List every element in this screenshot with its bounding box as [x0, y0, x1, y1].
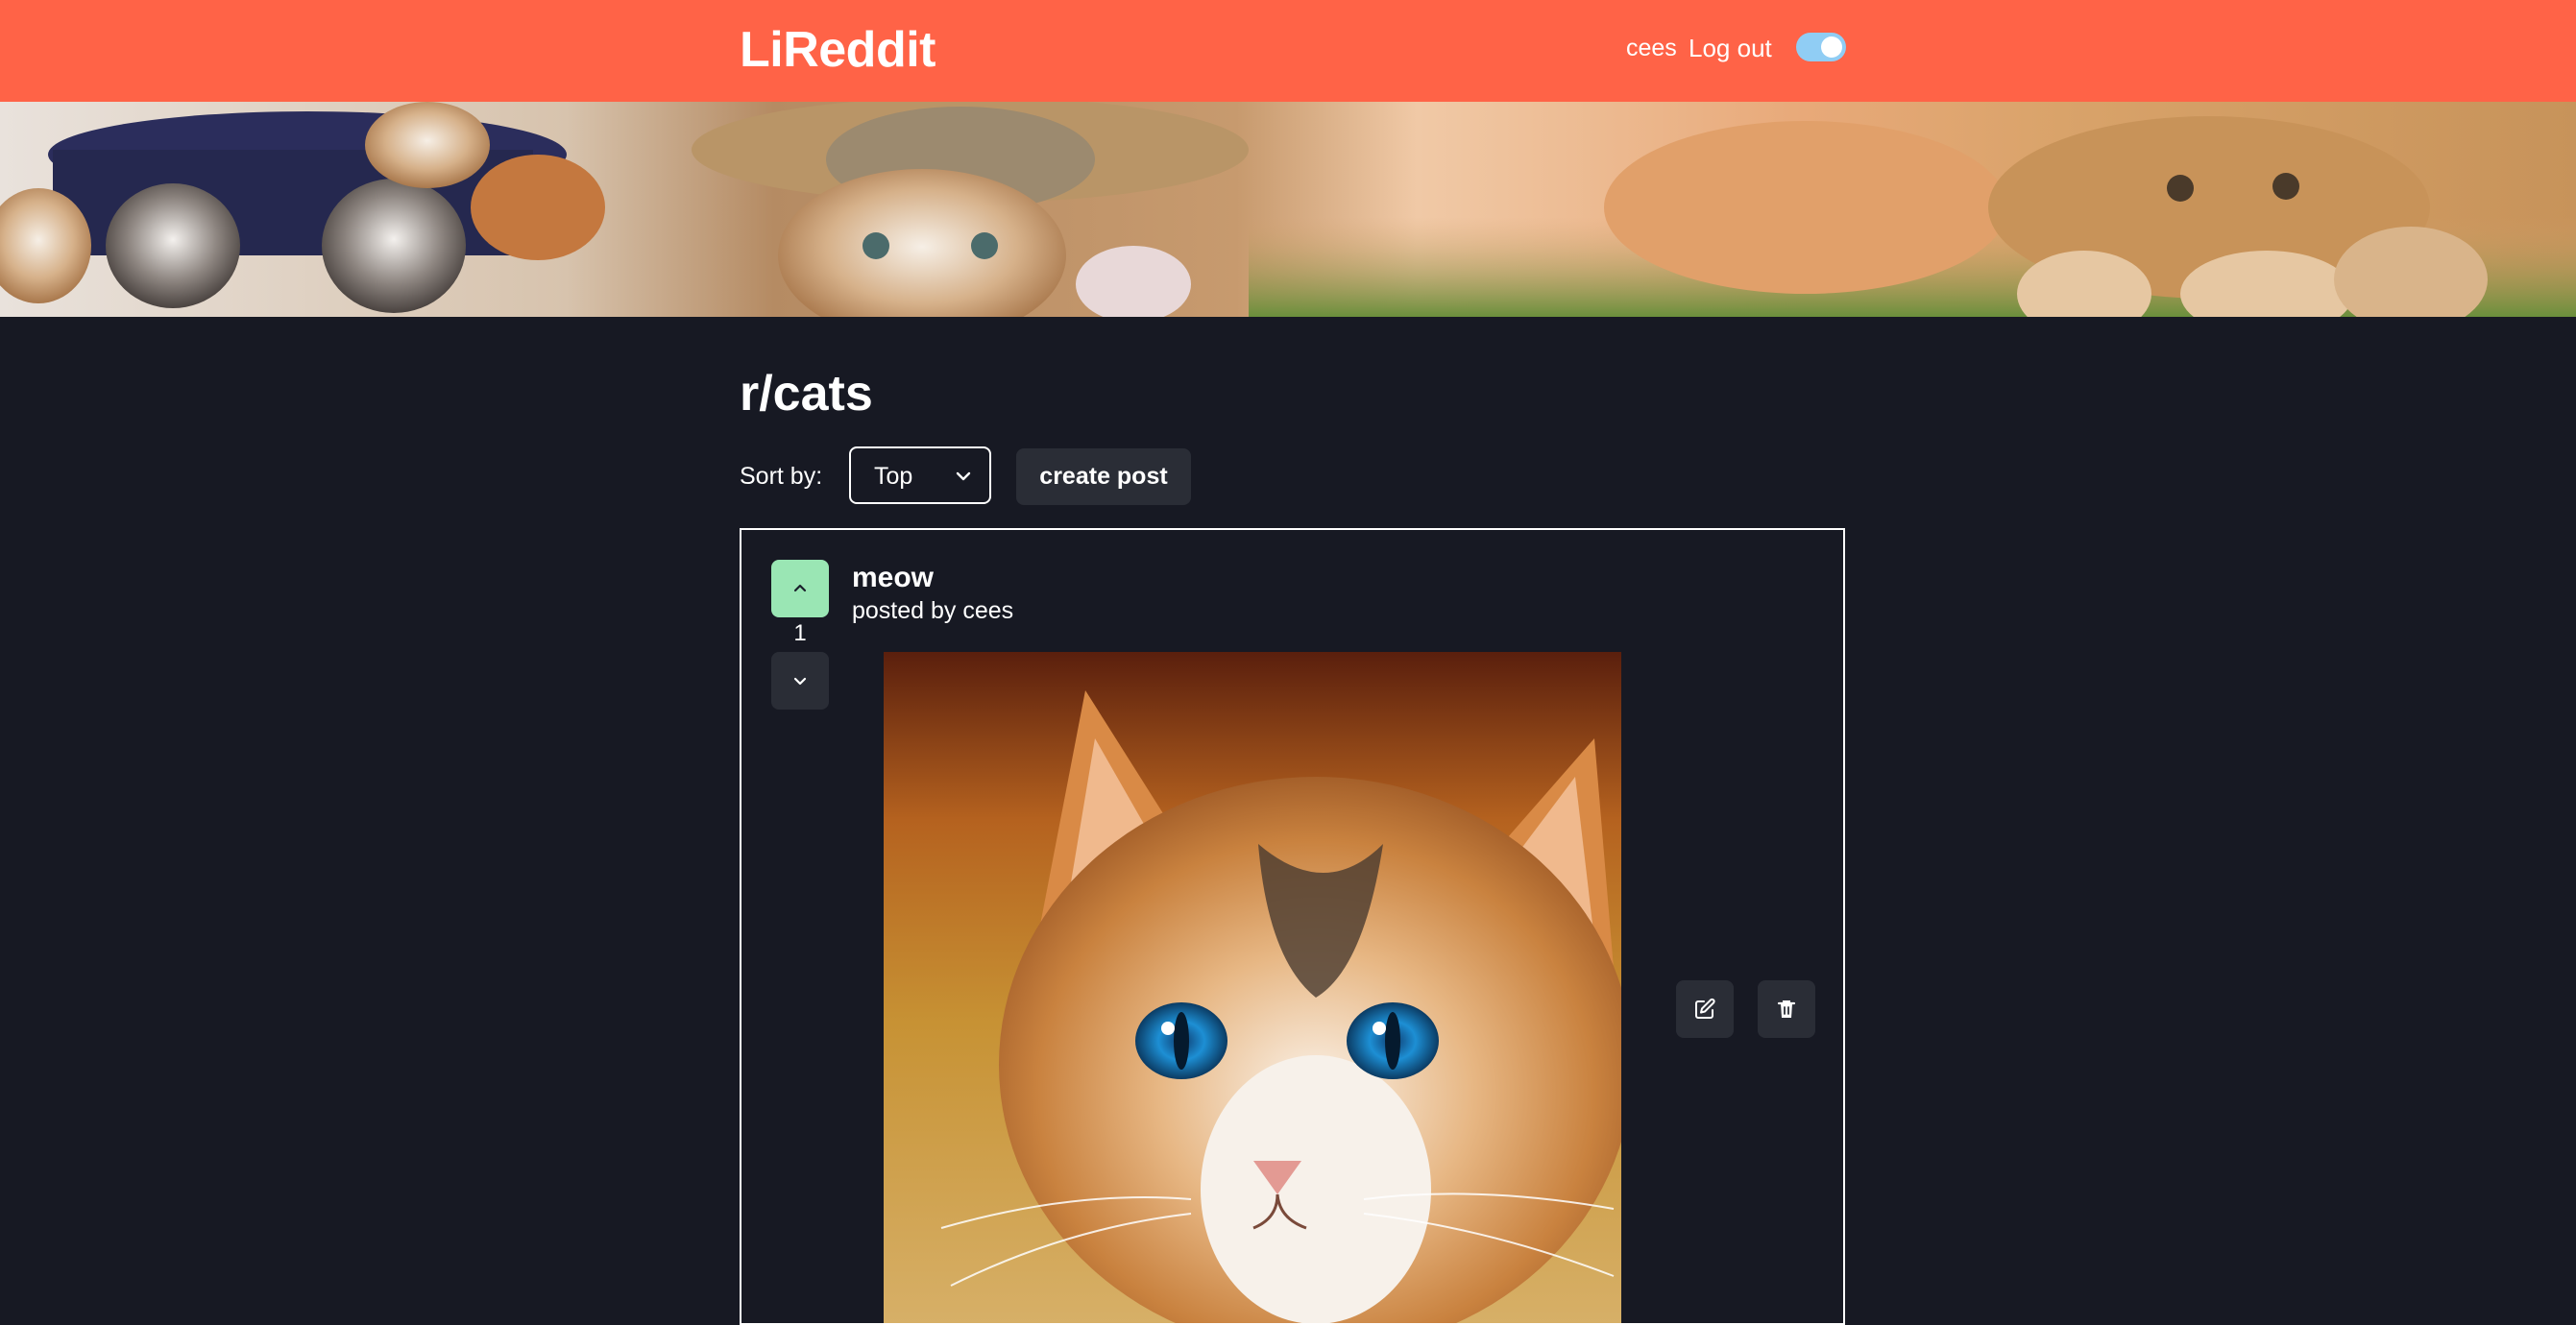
chevron-up-icon — [793, 584, 807, 592]
toggle-knob — [1821, 36, 1842, 58]
cats-banner-image — [0, 102, 2576, 317]
create-post-button[interactable]: create post — [1016, 448, 1191, 505]
subreddit-title: r/cats — [740, 366, 873, 422]
navbar: LiReddit cees Log out — [0, 0, 2576, 102]
sort-select[interactable]: Top — [849, 446, 991, 504]
username: cees — [1626, 35, 1677, 61]
post-card: 1 meow posted by cees — [740, 528, 1845, 1325]
edit-icon — [1695, 998, 1715, 1019]
chevron-down-icon — [793, 677, 807, 686]
trash-icon — [1777, 1000, 1796, 1018]
banner-illustration — [0, 102, 2576, 317]
delete-post-button[interactable] — [1758, 980, 1815, 1038]
chevron-down-icon — [955, 468, 972, 490]
brand-logo[interactable]: LiReddit — [740, 21, 936, 79]
post-author: posted by cees — [852, 597, 1014, 624]
sort-label: Sort by: — [740, 463, 823, 490]
theme-toggle[interactable] — [1796, 33, 1846, 61]
logout-button[interactable]: Log out — [1689, 34, 1772, 63]
downvote-button[interactable] — [771, 652, 829, 710]
post-title[interactable]: meow — [852, 562, 934, 594]
cat-painting-image — [884, 652, 1621, 1323]
sort-select-value: Top — [874, 463, 913, 490]
vote-count: 1 — [793, 620, 807, 646]
edit-post-button[interactable] — [1676, 980, 1734, 1038]
upvote-button[interactable] — [771, 560, 829, 617]
cat-painting-illustration — [884, 652, 1621, 1323]
